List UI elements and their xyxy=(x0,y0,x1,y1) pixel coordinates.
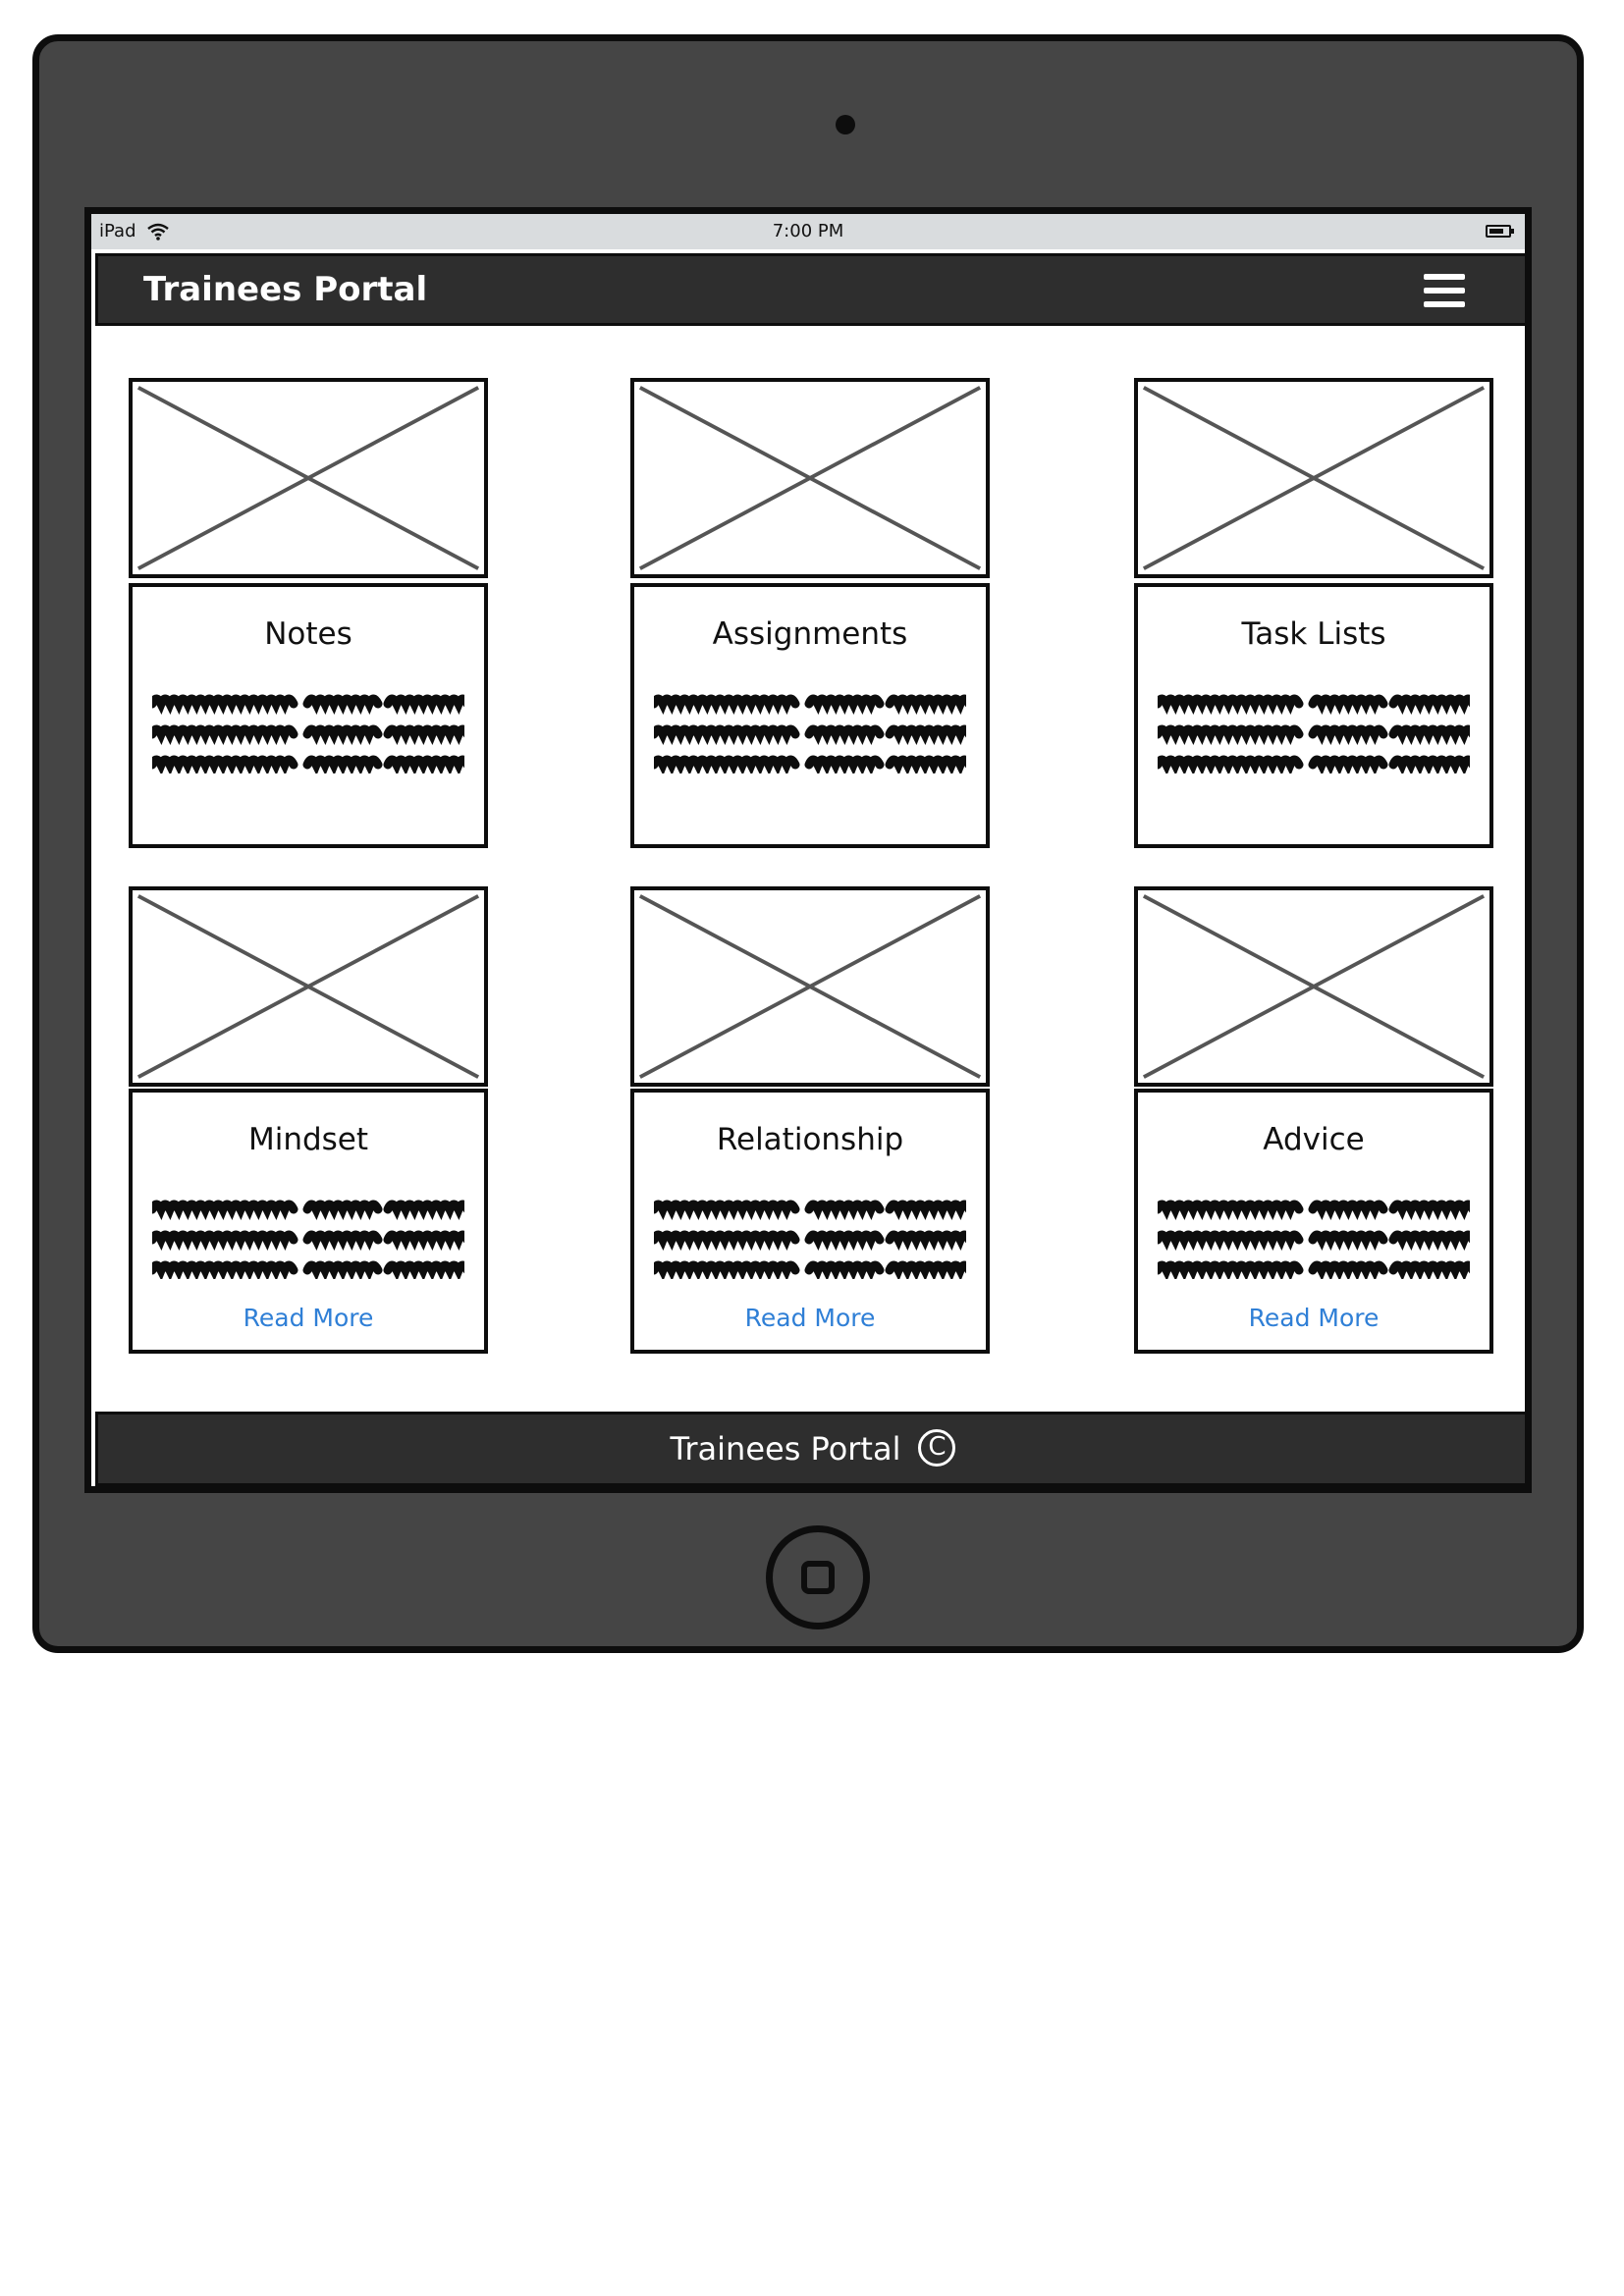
card-title: Advice xyxy=(1263,1122,1365,1157)
card[interactable]: Mindset Read More xyxy=(129,1089,488,1354)
card-placeholder-text xyxy=(152,1195,464,1279)
image-placeholder-icon xyxy=(129,378,488,578)
read-more-link[interactable]: Read More xyxy=(634,1304,986,1332)
card-title: Mindset xyxy=(247,1122,369,1157)
card[interactable]: Assignments xyxy=(630,583,990,848)
home-button[interactable] xyxy=(766,1525,870,1629)
hamburger-icon[interactable] xyxy=(1424,274,1465,309)
camera-icon xyxy=(836,115,855,134)
read-more-link[interactable]: Read More xyxy=(133,1304,484,1332)
card-placeholder-text xyxy=(654,1195,966,1279)
card-placeholder-text xyxy=(1158,689,1470,774)
card-placeholder-text xyxy=(1158,1195,1470,1279)
image-placeholder-icon xyxy=(630,378,990,578)
image-placeholder-icon xyxy=(129,886,488,1087)
footer: Trainees Portal C xyxy=(95,1412,1525,1486)
card[interactable]: Advice Read More xyxy=(1134,1089,1493,1354)
card-title: Task Lists xyxy=(1241,616,1386,652)
card[interactable]: Task Lists xyxy=(1134,583,1493,848)
status-bar: iPad 7:00 PM xyxy=(91,214,1525,249)
footer-text: Trainees Portal xyxy=(670,1430,901,1468)
card-title: Assignments xyxy=(712,616,908,652)
card[interactable]: Relationship Read More xyxy=(630,1089,990,1354)
read-more-link[interactable]: Read More xyxy=(1138,1304,1489,1332)
screen: iPad 7:00 PM Trainees Portal Notes Assign… xyxy=(84,207,1532,1493)
image-placeholder-icon xyxy=(1134,378,1493,578)
navbar: Trainees Portal xyxy=(95,253,1525,326)
image-placeholder-icon xyxy=(630,886,990,1087)
home-square-icon xyxy=(801,1561,835,1594)
card-placeholder-text xyxy=(654,689,966,774)
battery-icon xyxy=(1486,225,1514,238)
card[interactable]: Notes xyxy=(129,583,488,848)
page-title: Trainees Portal xyxy=(143,270,428,309)
copyright-icon: C xyxy=(918,1429,956,1467)
image-placeholder-icon xyxy=(1134,886,1493,1087)
status-time: 7:00 PM xyxy=(772,221,844,241)
card-placeholder-text xyxy=(152,689,464,774)
card-title: Relationship xyxy=(716,1122,904,1157)
card-title: Notes xyxy=(264,616,352,652)
footer-content: Trainees Portal C xyxy=(98,1429,1525,1469)
